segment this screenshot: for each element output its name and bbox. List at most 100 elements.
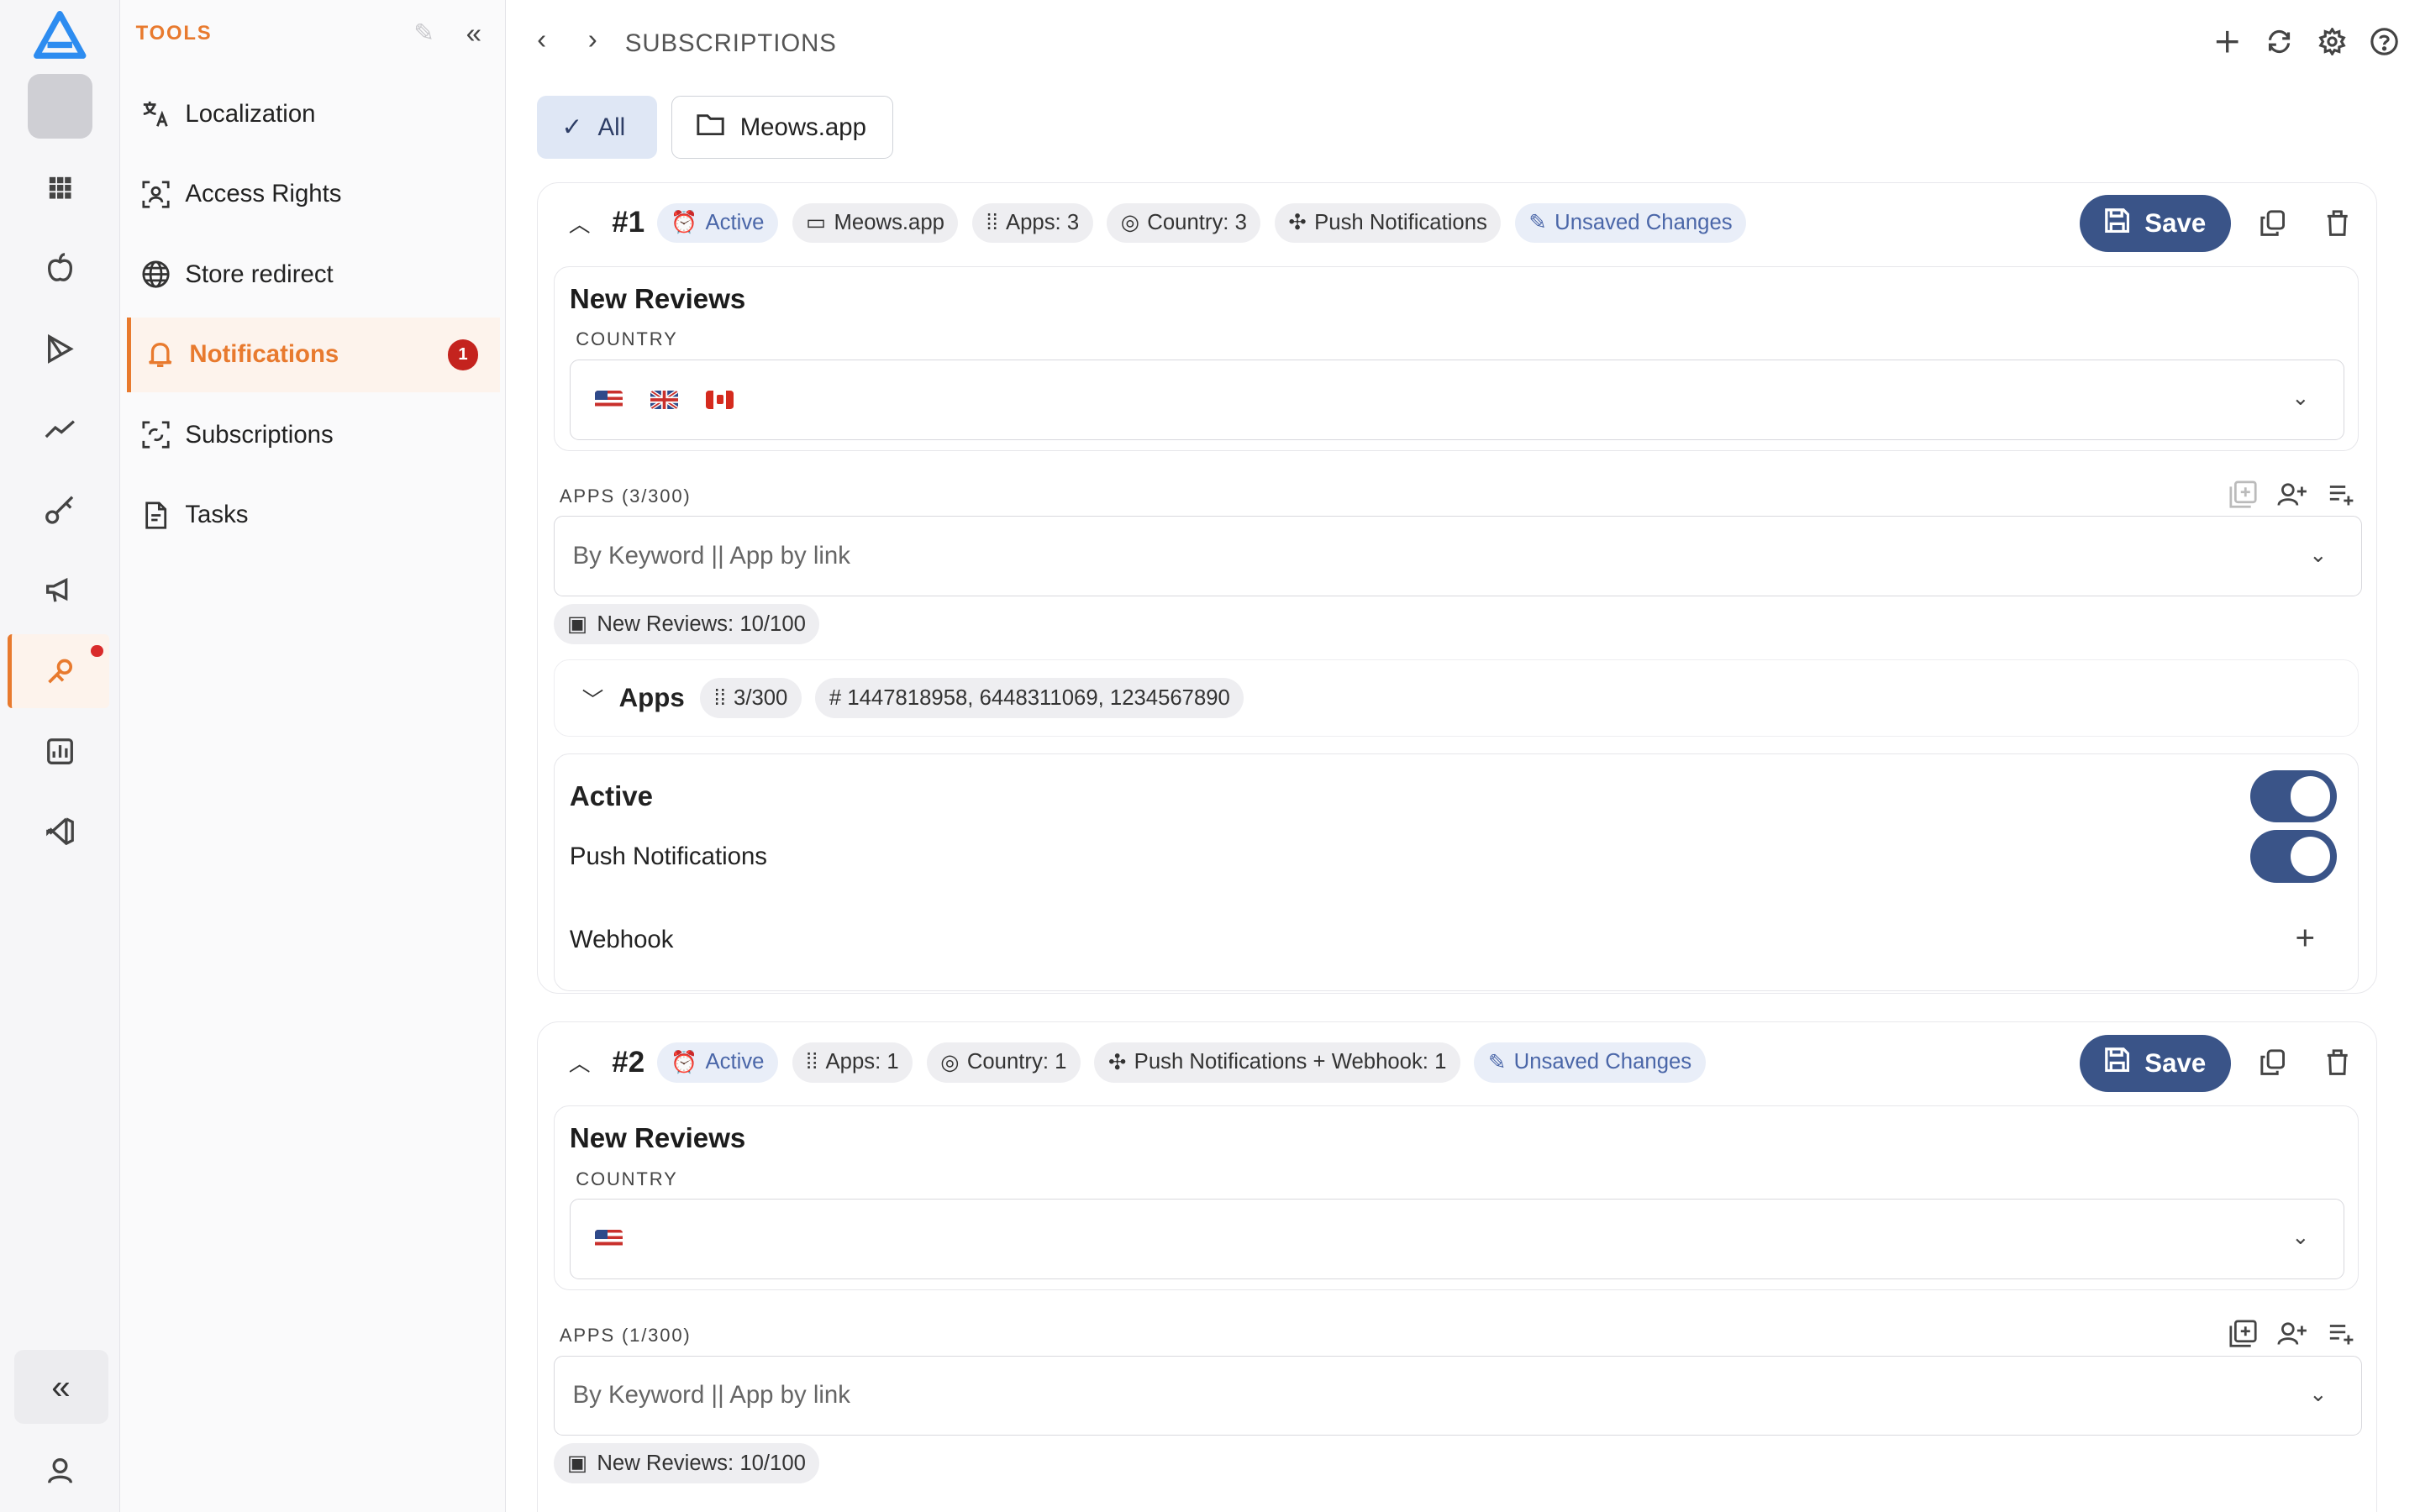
trash-icon[interactable] [2320,1045,2354,1079]
add-webhook-icon[interactable]: + [2295,918,2315,958]
country-label: COUNTRY [576,328,678,350]
sidebar-item-subscriptions[interactable]: Subscriptions [127,398,500,472]
hub-icon: ✣ [1107,1050,1127,1074]
sidebar-item-label: Store redirect [185,260,334,288]
chip-label: New Reviews: 10/100 [597,612,806,636]
sidebar-item-access-rights[interactable]: Access Rights [127,157,500,231]
chip-label: Country: 1 [966,1050,1067,1074]
add-collection-icon[interactable] [2228,1319,2259,1350]
globe-small-icon: ◎ [1120,211,1140,235]
chip-label: Push Notifications + Webhook: 1 [1134,1050,1447,1074]
trend-icon[interactable] [31,400,90,459]
top-actions [2210,24,2402,58]
chevron-up-icon[interactable]: ︿ [569,1047,591,1078]
key-icon[interactable] [31,480,90,538]
bell-icon [146,341,174,369]
sidebar-item-localization[interactable]: Localization [127,77,500,151]
chevron-down-icon: ⌄ [2291,386,2310,411]
add-collection-icon[interactable] [2228,479,2259,510]
filter-app-button[interactable]: Meows.app [671,95,894,160]
add-list-icon[interactable] [2327,1319,2358,1350]
active-toggle[interactable] [2249,769,2337,823]
chart-small-icon: ▣ [567,1452,588,1476]
sidebar-item-label: Subscriptions [185,420,334,449]
chip-label: Country: 3 [1147,210,1247,234]
save-label: Save [2144,1047,2207,1078]
subscription-card-1: ︿ #1 ⏰ Active ▭ Meows.app ⁞⁞ Apps: 3 ◎ Count… [537,181,2377,994]
apple-icon[interactable] [31,239,90,298]
vscode-icon[interactable] [31,802,90,861]
logo-icon[interactable] [31,6,90,65]
app-search-input[interactable]: By Keyword || App by link ⌄ [553,1355,2363,1436]
app-search-input[interactable]: By Keyword || App by link ⌄ [553,516,2363,596]
sidebar-item-notifications[interactable]: Notifications 1 [126,318,501,392]
tools-icon[interactable] [31,642,90,701]
globe-icon [142,260,170,288]
add-icon[interactable] [2210,24,2244,58]
chip-label: Active [705,210,765,234]
active-label: Active [569,780,654,812]
country-select[interactable]: ⌄ [569,1199,2345,1279]
push-label: Push Notifications [569,842,767,870]
country-select[interactable]: ⌄ [569,360,2345,440]
country-count-chip: ◎ Country: 3 [1107,202,1261,244]
sidebar-item-store-redirect[interactable]: Store redirect [127,238,500,312]
filter-all-button[interactable]: ✓ All [537,95,658,160]
uk-flag-icon [650,390,679,409]
chevron-up-icon[interactable]: ︿ [569,207,591,239]
refresh-icon[interactable] [2263,24,2296,58]
folder-small-icon: ▭ [806,211,827,235]
push-chip: ✣ Push Notifications + Webhook: 1 [1094,1042,1460,1083]
grid-small-icon: ⁞⁞ [806,1050,818,1074]
translate-icon [142,100,170,128]
floppy-icon [2104,207,2129,239]
edit-pencil-icon[interactable]: ✎ [413,18,434,48]
globe-small-icon: ◎ [940,1050,960,1074]
chevron-down-icon: ⌄ [2291,1226,2310,1250]
subscription-number: #2 [612,1045,645,1079]
chevron-down-icon: ⌄ [2309,1382,2328,1406]
unsaved-chip: ✎ Unsaved Changes [1514,202,1747,244]
copy-icon[interactable] [2255,1045,2289,1079]
push-toggle[interactable] [2249,830,2337,883]
save-button[interactable]: Save [2079,195,2231,253]
report-icon[interactable] [31,722,90,781]
tools-sidebar: TOOLS ✎ « Localization Access Rights Sto… [120,0,507,1512]
copy-icon[interactable] [2255,206,2289,239]
access-icon [142,181,170,208]
add-user-icon[interactable] [2277,1319,2308,1350]
megaphone-icon[interactable] [31,560,90,619]
apps-row[interactable]: ﹀ Apps ⁞⁞ 3/300 # 1447818958, 6448311069,… [553,659,2360,738]
user-icon[interactable] [31,1441,90,1499]
collapse-sidebar-icon[interactable]: « [466,18,481,50]
help-icon[interactable] [2368,24,2402,58]
webhook-label: Webhook [569,926,674,954]
back-chevron-icon[interactable]: ‹ [537,24,546,56]
floppy-icon [2104,1047,2129,1079]
grid-icon[interactable] [31,159,90,218]
icon-rail: « [0,0,121,1512]
save-button[interactable]: Save [2079,1034,2231,1092]
forward-chevron-icon[interactable]: › [588,24,597,56]
bell-small-icon: ⏰ [671,211,698,235]
ca-flag-icon [706,390,734,409]
sidebar-item-label: Tasks [185,501,249,529]
app-ids-chip: # 1447818958, 6448311069, 1234567890 [815,678,1244,719]
chip-label: Apps: 1 [825,1050,899,1074]
trash-icon[interactable] [2320,206,2354,239]
rail-collapse-button[interactable]: « [13,1350,108,1425]
tasks-icon [142,501,170,529]
add-list-icon[interactable] [2327,479,2358,510]
apps-count-chip: ⁞⁞ Apps: 3 [971,202,1093,244]
play-store-icon[interactable] [31,319,90,378]
sidebar-item-tasks[interactable]: Tasks [127,478,500,552]
workspace-avatar[interactable] [28,74,93,139]
us-flag-icon [595,390,623,409]
unsaved-chip: ✎ Unsaved Changes [1474,1042,1706,1083]
top-bar: ‹ › SUBSCRIPTIONS [506,0,2420,87]
add-user-icon[interactable] [2277,479,2308,510]
chip-label: Apps: 3 [1005,210,1080,234]
status-chip-active: ⏰ Active [656,1042,778,1083]
section-title: New Reviews [569,1123,746,1155]
gear-icon[interactable] [2315,24,2349,58]
